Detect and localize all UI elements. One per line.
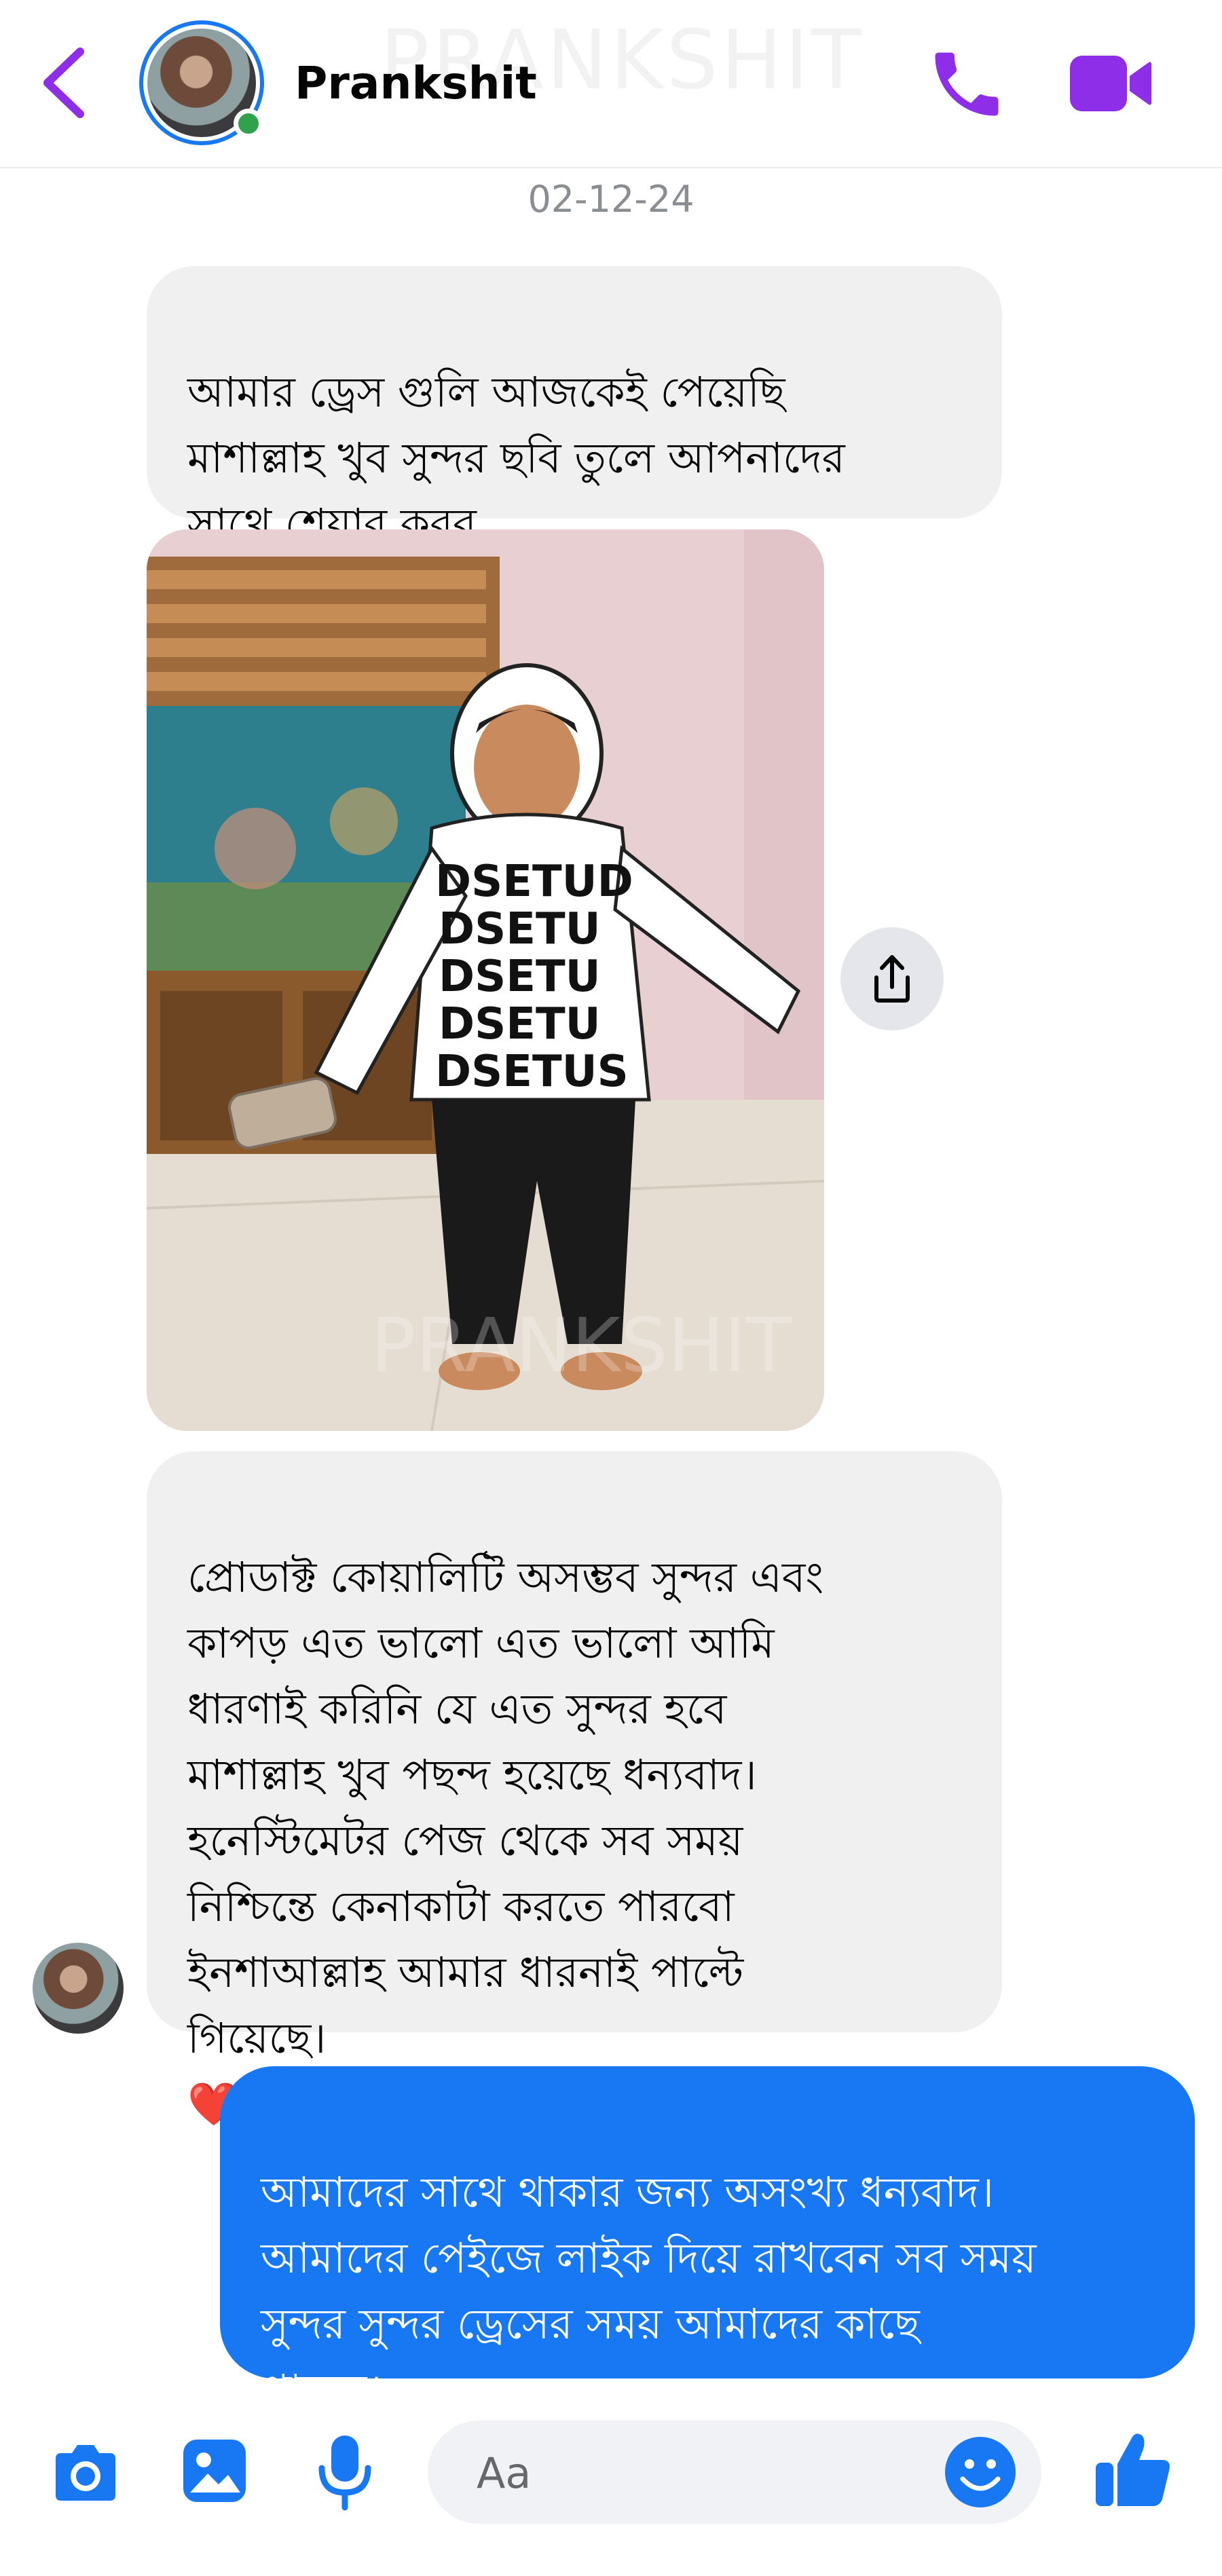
chevron-left-icon	[43, 48, 84, 118]
like-button[interactable]	[1093, 2429, 1173, 2509]
photo-watermark: PRANKSHIT	[371, 1302, 792, 1389]
video-camera-icon	[1070, 56, 1151, 111]
sender-avatar[interactable]	[33, 1943, 124, 2034]
gallery-button[interactable]	[181, 2437, 248, 2505]
microphone-icon	[318, 2435, 371, 2511]
thumbs-up-icon	[1096, 2433, 1170, 2506]
emoji-icon	[945, 2437, 1016, 2507]
outgoing-message[interactable]: আমাদের সাথে থাকার জন্য অসংখ্য ধন্যবাদ। আ…	[220, 2066, 1195, 2414]
hoodie-text-1: DSETUD	[435, 857, 633, 907]
incoming-message[interactable]: প্রোডাক্ট কোয়ালিটি অসম্ভব সুন্দর এবং কা…	[147, 1451, 1002, 2129]
hoodie-text-2: DSETU	[439, 904, 601, 954]
back-button[interactable]	[33, 42, 94, 124]
message-input[interactable]	[475, 2441, 912, 2505]
camera-icon	[56, 2445, 115, 2501]
message-text: আমার ড্রেস গুলি আজকেই পেয়েছি মাশাল্লাহ …	[187, 367, 845, 548]
hoodie-text-5: DSETUS	[435, 1047, 629, 1097]
incoming-message[interactable]: আমার ড্রেস গুলি আজকেই পেয়েছি মাশাল্লাহ …	[147, 266, 1002, 548]
conversation-header: PRANKSHIT Prankshit	[0, 0, 1222, 168]
voice-call-button[interactable]	[925, 42, 1009, 126]
online-status-dot	[234, 109, 263, 138]
message-text: প্রোডাক্ট কোয়ালিটি অসম্ভব সুন্দর এবং কা…	[187, 1552, 824, 2063]
photo-image: DSETUD DSETU DSETU DSETU DSETUS PRANKSHI…	[147, 529, 824, 1431]
message-input-container[interactable]	[428, 2421, 1041, 2524]
gallery-icon	[183, 2440, 246, 2502]
message-text: আমাদের সাথে থাকার জন্য অসংখ্য ধন্যবাদ। আ…	[261, 2167, 1037, 2414]
share-icon	[874, 955, 910, 1003]
date-separator: 02-12-24	[527, 178, 695, 221]
camera-button[interactable]	[50, 2440, 121, 2505]
contact-name[interactable]: Prankshit	[295, 57, 537, 109]
hoodie-text-3: DSETU	[439, 952, 601, 1002]
emoji-button[interactable]	[944, 2435, 1017, 2509]
hoodie-text-4: DSETU	[439, 999, 601, 1049]
share-button[interactable]	[840, 927, 944, 1030]
video-call-button[interactable]	[1067, 46, 1153, 121]
voice-message-button[interactable]	[316, 2433, 373, 2512]
photo-message[interactable]: DSETUD DSETU DSETU DSETU DSETUS PRANKSHI…	[147, 529, 824, 1431]
phone-icon	[935, 52, 999, 116]
